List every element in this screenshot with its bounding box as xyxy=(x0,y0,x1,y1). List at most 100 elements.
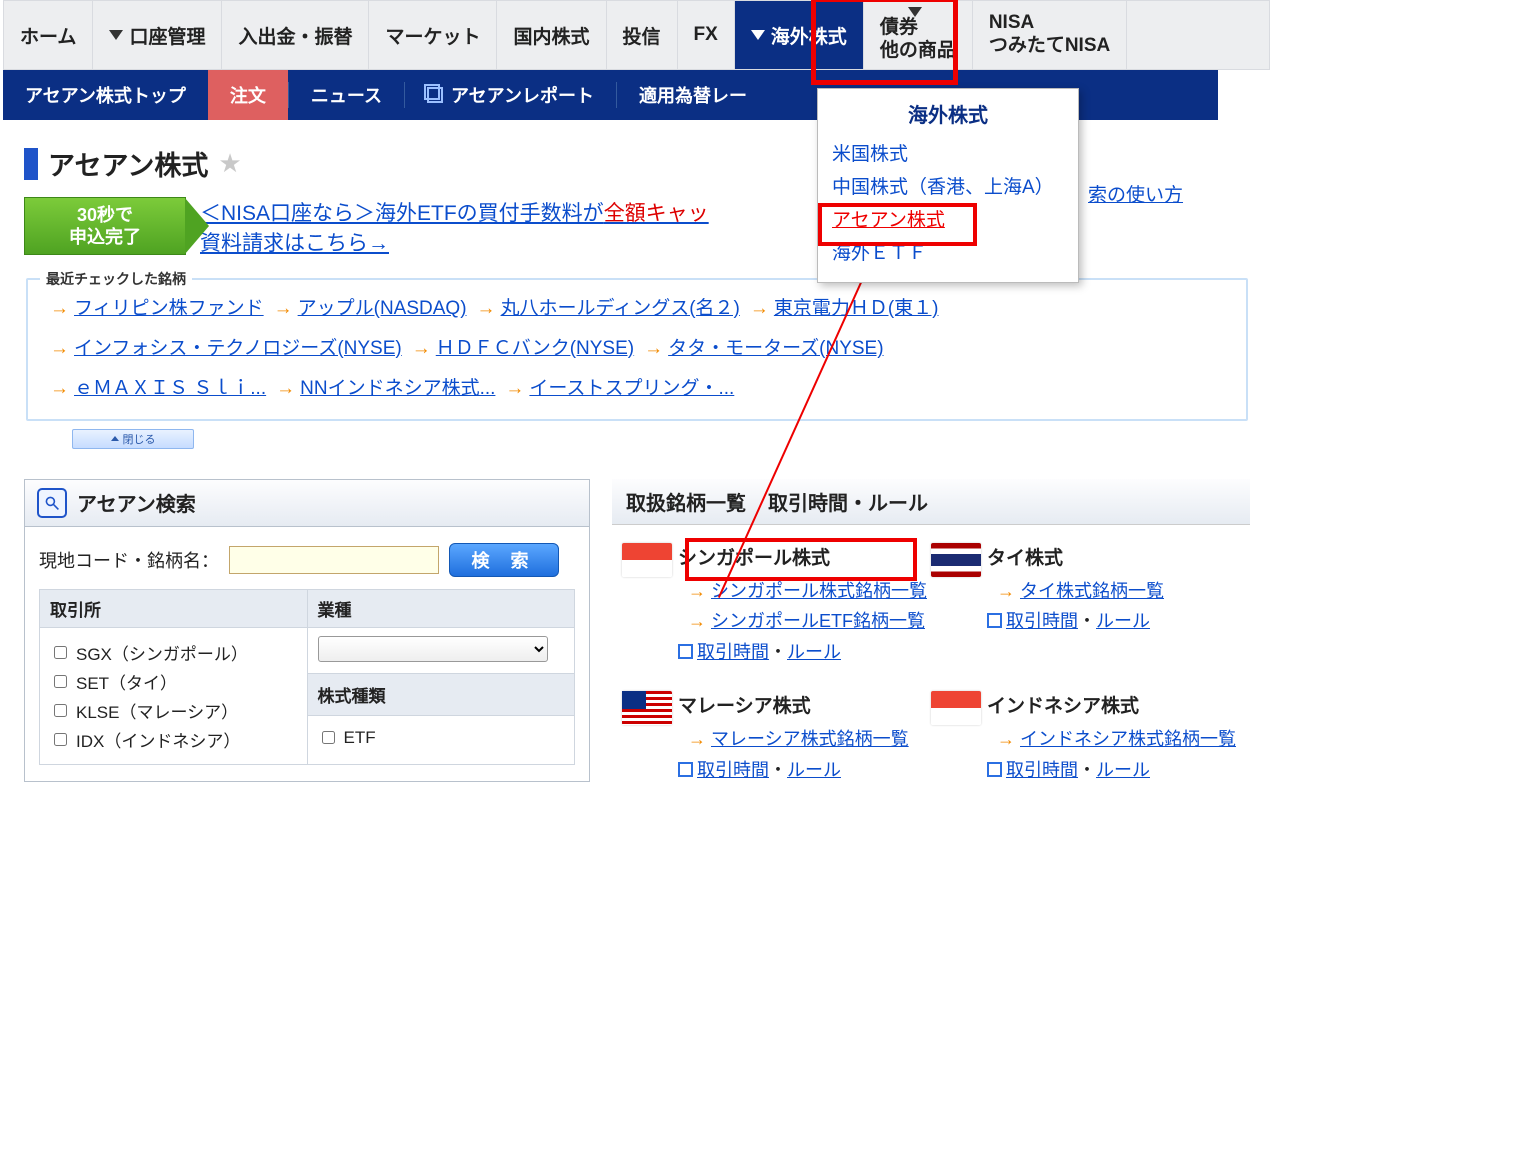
trading-hours-link[interactable]: 取引時間 xyxy=(697,642,769,662)
recent-legend: 最近チェックした銘柄 xyxy=(40,269,192,289)
topnav-item-9[interactable]: NISA つみたてNISA xyxy=(973,1,1127,69)
search-input[interactable] xyxy=(229,546,439,574)
favorite-star-icon[interactable]: ★ xyxy=(218,148,241,179)
exchange-row[interactable]: KLSE（マレーシア） xyxy=(50,698,297,723)
recent-row: →ｅＭＡＸＩＳ Ｓｌｉ...→NNインドネシア株式...→イーストスプリング・.… xyxy=(40,369,1234,409)
chevron-up-icon xyxy=(111,436,119,441)
promo-badge[interactable]: 30秒で 申込完了 xyxy=(24,197,186,255)
search-help-link[interactable]: 索の使い方 xyxy=(1088,180,1183,207)
rules-link[interactable]: ルール xyxy=(1096,611,1150,631)
exchange-checkbox[interactable] xyxy=(54,733,67,746)
exchange-header: 取引所 xyxy=(40,589,308,627)
topnav-item-0[interactable]: ホーム xyxy=(4,1,93,69)
dropdown-item-3[interactable]: 海外ＥＴＦ xyxy=(818,235,1078,268)
search-icon xyxy=(37,488,67,518)
arrow-icon: → xyxy=(997,729,1015,749)
topnav-item-6[interactable]: FX xyxy=(678,1,735,69)
square-icon xyxy=(678,762,693,777)
arrow-icon: → xyxy=(750,298,769,319)
market-link[interactable]: タイ株式銘柄一覧 xyxy=(1020,581,1164,601)
topnav-item-1[interactable]: 口座管理 xyxy=(93,1,222,69)
dropdown-item-2[interactable]: アセアン株式 xyxy=(818,202,1078,235)
topnav-item-3[interactable]: マーケット xyxy=(369,1,497,69)
dropdown-item-1[interactable]: 中国株式（香港、上海A） xyxy=(818,169,1078,202)
etf-checkbox-row[interactable]: ETF xyxy=(318,728,565,748)
arrow-icon: → xyxy=(50,378,69,399)
square-icon xyxy=(678,644,693,659)
flag-icon-sg xyxy=(622,543,672,577)
search-button[interactable]: 検 索 xyxy=(449,543,559,577)
exchange-checkbox[interactable] xyxy=(54,675,67,688)
square-icon xyxy=(987,613,1002,628)
recent-link[interactable]: タタ・モーターズ(NYSE) xyxy=(668,338,883,359)
arrow-icon: → xyxy=(477,298,496,319)
right-tabs: 取扱銘柄一覧 取引時間・ルール xyxy=(612,479,1250,525)
subnav-item-1[interactable]: 注文 xyxy=(208,70,288,120)
rules-link[interactable]: ルール xyxy=(787,642,841,662)
industry-select[interactable] xyxy=(318,636,548,662)
square-icon xyxy=(987,762,1002,777)
topnav-item-2[interactable]: 入出金・振替 xyxy=(222,1,369,69)
page-title: アセアン株式 xyxy=(48,144,208,183)
recent-link[interactable]: ＨＤＦＣバンク(NYSE) xyxy=(436,338,634,359)
recent-link[interactable]: イーストスプリング・... xyxy=(529,378,734,399)
recent-link[interactable]: アップル(NASDAQ) xyxy=(298,298,467,319)
arrow-icon: → xyxy=(50,338,69,359)
recent-link[interactable]: 東京電力ＨＤ(東１) xyxy=(774,298,939,319)
promo-line2-link[interactable]: 資料請求はこちら→ xyxy=(200,232,389,255)
tab-rules[interactable]: 取引時間・ルール xyxy=(768,487,928,516)
topnav-item-4[interactable]: 国内株式 xyxy=(497,1,606,69)
foreign-stock-dropdown: 海外株式 米国株式中国株式（香港、上海A）アセアン株式海外ＥＴＦ xyxy=(817,88,1079,283)
exchange-row[interactable]: IDX（インドネシア） xyxy=(50,727,297,752)
etf-checkbox[interactable] xyxy=(322,731,335,744)
market-idf: インドネシア株式→インドネシア株式銘柄一覧取引時間・ルール xyxy=(931,685,1240,803)
trading-hours-link[interactable]: 取引時間 xyxy=(697,760,769,780)
subnav-item-0[interactable]: アセアン株式トップ xyxy=(3,70,208,120)
arrow-icon: → xyxy=(997,581,1015,601)
rules-link[interactable]: ルール xyxy=(787,760,841,780)
market-link[interactable]: シンガポール株式銘柄一覧 xyxy=(711,581,927,601)
market-title: タイ株式 xyxy=(987,543,1164,570)
arrow-icon: → xyxy=(688,729,706,749)
exchange-row[interactable]: SET（タイ） xyxy=(50,669,297,694)
market-sg: シンガポール株式→シンガポール株式銘柄一覧→シンガポールETF銘柄一覧取引時間・… xyxy=(622,537,931,686)
rules-link[interactable]: ルール xyxy=(1096,760,1150,780)
recent-link[interactable]: インフォシス・テクノロジーズ(NYSE) xyxy=(74,338,402,359)
new-window-icon xyxy=(427,87,443,103)
arrow-icon: → xyxy=(50,298,69,319)
chevron-down-icon xyxy=(751,30,765,40)
heading-accent xyxy=(24,148,38,180)
market-title: マレーシア株式 xyxy=(678,691,909,718)
arrow-icon: → xyxy=(276,378,295,399)
recent-link[interactable]: 丸八ホールディングス(名２) xyxy=(501,298,740,319)
recent-close-button[interactable]: 閉じる xyxy=(72,429,194,449)
promo-line1-link[interactable]: ＜NISA口座なら＞海外ETFの買付手数料が全額キャッ xyxy=(200,202,709,225)
topnav-item-7[interactable]: 海外株式 xyxy=(735,1,864,69)
exchange-row[interactable]: SGX（シンガポール） xyxy=(50,640,297,665)
arrow-icon: → xyxy=(688,611,706,631)
market-th: タイ株式→タイ株式銘柄一覧取引時間・ルール xyxy=(931,537,1240,686)
arrow-icon: → xyxy=(412,338,431,359)
recent-checked-box: 最近チェックした銘柄 →フィリピン株ファンド→アップル(NASDAQ)→丸八ホー… xyxy=(26,269,1248,421)
market-link[interactable]: シンガポールETF銘柄一覧 xyxy=(711,611,925,631)
top-nav: ホーム口座管理入出金・振替マーケット国内株式投信FX海外株式債券 他の商品NIS… xyxy=(3,0,1270,70)
subnav-item-4[interactable]: 適用為替レー xyxy=(617,70,769,120)
recent-link[interactable]: ｅＭＡＸＩＳ Ｓｌｉ... xyxy=(74,378,266,399)
exchange-checkbox[interactable] xyxy=(54,704,67,717)
market-link[interactable]: インドネシア株式銘柄一覧 xyxy=(1020,729,1236,749)
recent-link[interactable]: NNインドネシア株式... xyxy=(300,378,495,399)
subnav-item-2[interactable]: ニュース xyxy=(289,70,404,120)
search-panel: アセアン検索 現地コード・銘柄名： 検 索 取引所 業種 xyxy=(24,479,590,782)
exchange-checkbox[interactable] xyxy=(54,646,67,659)
recent-row: →フィリピン株ファンド→アップル(NASDAQ)→丸八ホールディングス(名２)→… xyxy=(40,289,1234,329)
flag-icon-my xyxy=(622,691,672,725)
tab-listings[interactable]: 取扱銘柄一覧 xyxy=(626,487,746,516)
recent-link[interactable]: フィリピン株ファンド xyxy=(74,298,264,319)
subnav-item-3[interactable]: アセアンレポート xyxy=(405,70,616,120)
topnav-item-8[interactable]: 債券 他の商品 xyxy=(864,1,973,69)
trading-hours-link[interactable]: 取引時間 xyxy=(1006,760,1078,780)
topnav-item-5[interactable]: 投信 xyxy=(607,1,678,69)
dropdown-item-0[interactable]: 米国株式 xyxy=(818,136,1078,169)
market-link[interactable]: マレーシア株式銘柄一覧 xyxy=(711,729,909,749)
trading-hours-link[interactable]: 取引時間 xyxy=(1006,611,1078,631)
